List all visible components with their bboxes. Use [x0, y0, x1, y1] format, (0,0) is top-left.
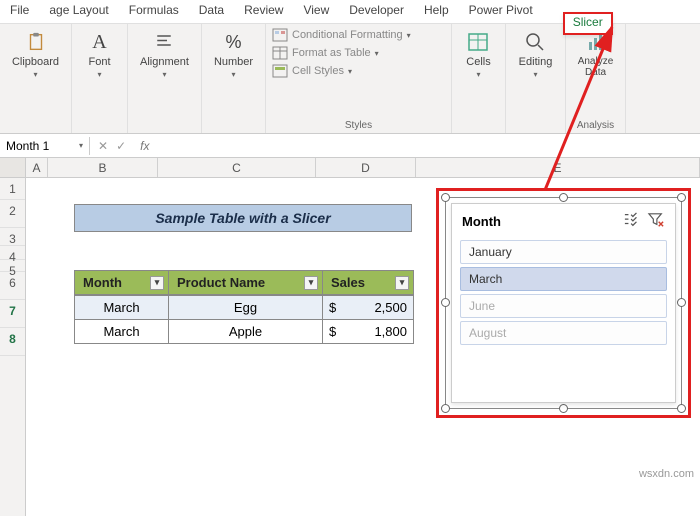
row-header[interactable]: 5: [0, 260, 25, 272]
col-header[interactable]: A: [26, 158, 48, 177]
cells-icon: [466, 30, 490, 54]
resize-handle[interactable]: [677, 298, 686, 307]
col-header[interactable]: D: [316, 158, 416, 177]
slicer-item-january[interactable]: January: [460, 240, 667, 264]
clear-filter-icon[interactable]: [647, 212, 665, 231]
column-headers: A B C D E: [0, 158, 700, 178]
resize-handle[interactable]: [441, 298, 450, 307]
resize-handle[interactable]: [677, 193, 686, 202]
format-as-table-button[interactable]: Format as Table▾: [272, 46, 411, 60]
col-header[interactable]: B: [48, 158, 158, 177]
table-icon: [272, 46, 288, 60]
tab-file[interactable]: File: [0, 0, 39, 23]
tab-help[interactable]: Help: [414, 0, 459, 23]
cell-styles-icon: [272, 64, 288, 78]
cells-area[interactable]: Sample Table with a Slicer Month ▾ Produ…: [26, 178, 700, 516]
analyze-data-button[interactable]: Analyze Data: [572, 28, 619, 80]
editing-label: Editing: [519, 56, 553, 68]
slicer-title: Month: [462, 214, 501, 229]
font-icon: A: [88, 30, 112, 54]
slicer-item-august[interactable]: August: [460, 321, 667, 345]
row-header[interactable]: 1: [0, 178, 25, 200]
cond-format-icon: [272, 28, 288, 42]
multi-select-icon[interactable]: [623, 212, 641, 231]
resize-handle[interactable]: [441, 193, 450, 202]
table-row: March Apple $ 1,800: [75, 319, 413, 343]
col-header[interactable]: C: [158, 158, 316, 177]
tab-developer[interactable]: Developer: [339, 0, 414, 23]
table-header-product[interactable]: Product Name ▾: [169, 271, 323, 295]
fx-label[interactable]: fx: [134, 139, 155, 153]
analysis-group-label: Analysis: [577, 119, 614, 132]
search-icon: [523, 30, 547, 54]
chevron-down-icon: ▾: [476, 70, 480, 79]
resize-handle[interactable]: [677, 404, 686, 413]
alignment-button[interactable]: Alignment ▾: [138, 28, 191, 81]
table-row: March Egg $ 2,500: [75, 295, 413, 319]
filter-icon[interactable]: ▾: [150, 276, 164, 290]
clipboard-label: Clipboard: [12, 56, 59, 68]
formula-cancel-icon[interactable]: ✕: [98, 139, 108, 153]
percent-icon: %: [222, 30, 246, 54]
worksheet: 1 2 3 4 5 6 7 8 Sample Table with a Slic…: [0, 178, 700, 516]
cell-styles-button[interactable]: Cell Styles▾: [272, 64, 411, 78]
number-label: Number: [214, 56, 253, 68]
slicer-item-march[interactable]: March: [460, 267, 667, 291]
row-header[interactable]: 3: [0, 228, 25, 246]
table-header-month[interactable]: Month ▾: [75, 271, 169, 295]
alignment-icon: [152, 30, 176, 54]
filter-icon[interactable]: ▾: [395, 276, 409, 290]
select-all-corner[interactable]: [0, 158, 26, 177]
table-header-sales[interactable]: Sales ▾: [323, 271, 413, 295]
analyze-label: Analyze Data: [574, 56, 617, 78]
chevron-down-icon: ▾: [231, 70, 235, 79]
resize-handle[interactable]: [559, 404, 568, 413]
font-label: Font: [88, 56, 110, 68]
slicer-panel[interactable]: Month January March June August: [451, 203, 676, 403]
conditional-formatting-button[interactable]: Conditional Formatting▾: [272, 28, 411, 42]
resize-handle[interactable]: [441, 404, 450, 413]
chevron-down-icon: ▾: [79, 141, 83, 150]
row-header[interactable]: 7: [0, 300, 25, 328]
chevron-down-icon: ▾: [162, 70, 166, 79]
tab-view[interactable]: View: [293, 0, 339, 23]
slicer-header[interactable]: Month: [458, 210, 669, 237]
slicer-annotation-box: Month January March June August: [436, 188, 691, 418]
ribbon-tabs: File age Layout Formulas Data Review Vie…: [0, 0, 700, 24]
font-button[interactable]: A Font ▾: [86, 28, 114, 81]
chevron-down-icon: ▾: [97, 70, 101, 79]
chevron-down-icon: ▾: [533, 70, 537, 79]
watermark: wsxdn.com: [639, 468, 694, 480]
row-header[interactable]: 8: [0, 328, 25, 356]
col-header[interactable]: E: [416, 158, 700, 177]
filter-icon[interactable]: ▾: [304, 276, 318, 290]
tab-slicer[interactable]: Slicer: [563, 12, 613, 35]
tab-formulas[interactable]: Formulas: [119, 0, 189, 23]
tab-review[interactable]: Review: [234, 0, 293, 23]
styles-group-label: Styles: [345, 119, 372, 132]
row-header[interactable]: 4: [0, 246, 25, 260]
chevron-down-icon: ▾: [33, 70, 37, 79]
data-table: Month ▾ Product Name ▾ Sales ▾ March Egg…: [74, 270, 414, 344]
clipboard-button[interactable]: Clipboard ▾: [10, 28, 61, 81]
slicer-item-june[interactable]: June: [460, 294, 667, 318]
number-button[interactable]: % Number ▾: [212, 28, 255, 81]
ribbon: Clipboard ▾ A Font ▾ Alignment ▾ % Numbe…: [0, 24, 700, 134]
editing-button[interactable]: Editing ▾: [517, 28, 555, 81]
clipboard-icon: [24, 30, 48, 54]
row-headers: 1 2 3 4 5 6 7 8: [0, 178, 26, 516]
tab-page-layout[interactable]: age Layout: [39, 0, 118, 23]
formula-bar: Month 1 ▾ ✕ ✓ fx: [0, 134, 700, 158]
name-box[interactable]: Month 1 ▾: [0, 137, 90, 155]
resize-handle[interactable]: [559, 193, 568, 202]
tab-power-pivot[interactable]: Power Pivot: [459, 0, 543, 23]
row-header[interactable]: 6: [0, 272, 25, 300]
tab-data[interactable]: Data: [189, 0, 234, 23]
alignment-label: Alignment: [140, 56, 189, 68]
cells-label: Cells: [466, 56, 490, 68]
cells-button[interactable]: Cells ▾: [464, 28, 492, 81]
row-header[interactable]: 2: [0, 200, 25, 228]
title-banner: Sample Table with a Slicer: [74, 204, 412, 232]
formula-enter-icon[interactable]: ✓: [116, 139, 126, 153]
